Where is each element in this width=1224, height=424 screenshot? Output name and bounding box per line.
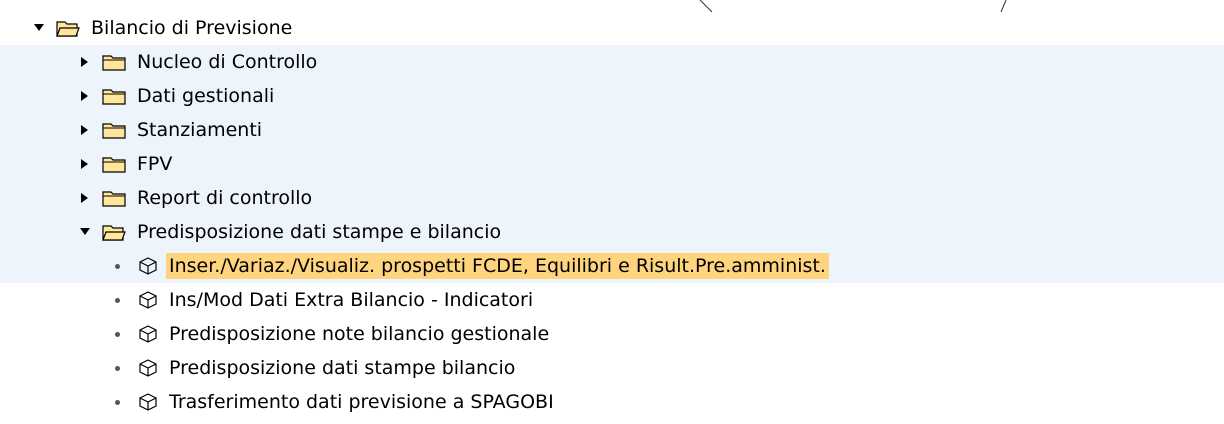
tree-node-label: Bilancio di Previsione [91, 17, 293, 39]
transaction-cube-icon [138, 255, 160, 277]
tree-node-label: Dati gestionali [137, 85, 275, 107]
folder-icon [102, 187, 128, 209]
folder-icon [102, 85, 128, 107]
tree-leaf-label: Inser./Variaz./Visualiz. prospetti FCDE,… [166, 253, 829, 279]
bullet-icon [115, 331, 120, 337]
folder-icon [102, 51, 128, 73]
collapsed-arrow-icon[interactable] [78, 123, 92, 137]
folder-open-icon [102, 221, 128, 243]
tree-leaf-label: Trasferimento dati previsione a SPAGOBI [169, 391, 554, 413]
transaction-cube-icon [138, 323, 160, 345]
tree-leaf-label: Ins/Mod Dati Extra Bilancio - Indicatori [169, 289, 534, 311]
folder-open-icon [56, 17, 82, 39]
folder-icon [102, 153, 128, 175]
bullet-icon [115, 263, 120, 269]
tree-node-fpv[interactable]: FPV [0, 147, 1224, 181]
tree-node-bilancio-di-previsione[interactable]: Bilancio di Previsione [0, 11, 1224, 45]
collapsed-arrow-icon[interactable] [78, 191, 92, 205]
transaction-cube-icon [138, 289, 160, 311]
tree-leaf-transaction[interactable]: Predisposizione dati stampe bilancio [0, 351, 1224, 385]
tree-node-label: Nucleo di Controllo [137, 51, 318, 73]
tree-leaf-transaction[interactable]: Trasferimento dati previsione a SPAGOBI [0, 385, 1224, 419]
tree-node-stanziamenti[interactable]: Stanziamenti [0, 113, 1224, 147]
tree-node-nucleo-di-controllo[interactable]: Nucleo di Controllo [0, 45, 1224, 79]
bullet-icon [115, 399, 120, 405]
folder-icon [102, 119, 128, 141]
tree-node-predisposizione-dati-stampe-e-bilancio[interactable]: Predisposizione dati stampe e bilancio [0, 215, 1224, 249]
tree-node-dati-gestionali[interactable]: Dati gestionali [0, 79, 1224, 113]
tree-node-label: Report di controllo [137, 187, 313, 209]
tree-leaf-transaction[interactable]: Inser./Variaz./Visualiz. prospetti FCDE,… [0, 249, 1224, 283]
expanded-arrow-icon[interactable] [32, 21, 46, 35]
transaction-cube-icon [138, 357, 160, 379]
collapsed-arrow-icon[interactable] [78, 55, 92, 69]
menu-tree: Bilancio di Previsione Nucleo di Control… [0, 0, 1224, 419]
tree-leaf-label: Predisposizione dati stampe bilancio [169, 357, 516, 379]
tree-node-label: Predisposizione dati stampe e bilancio [137, 221, 502, 243]
bullet-icon [115, 365, 120, 371]
tree-node-label: Stanziamenti [137, 119, 263, 141]
transaction-cube-icon [138, 391, 160, 413]
tree-node-label: FPV [137, 153, 173, 175]
tree-node-report-di-controllo[interactable]: Report di controllo [0, 181, 1224, 215]
collapsed-arrow-icon[interactable] [78, 157, 92, 171]
collapsed-arrow-icon[interactable] [78, 89, 92, 103]
tree-leaf-transaction[interactable]: Ins/Mod Dati Extra Bilancio - Indicatori [0, 283, 1224, 317]
expanded-arrow-icon[interactable] [78, 225, 92, 239]
tree-leaf-transaction[interactable]: Predisposizione note bilancio gestionale [0, 317, 1224, 351]
bullet-icon [115, 297, 120, 303]
tree-leaf-label: Predisposizione note bilancio gestionale [169, 323, 550, 345]
